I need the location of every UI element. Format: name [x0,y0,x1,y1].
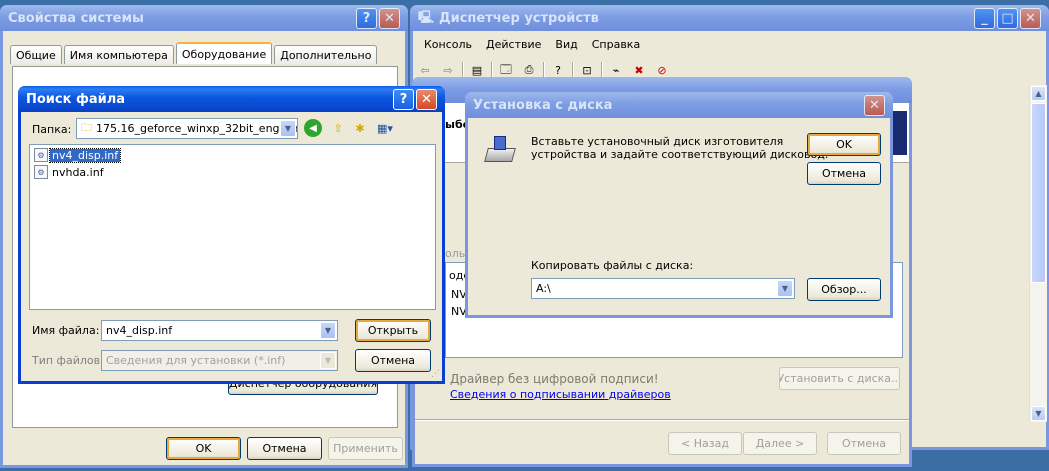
menu-console[interactable]: Консоль [417,35,479,53]
folder-combo[interactable]: 🗀 175.16_geforce_winxp_32bit_english ▼ [76,118,298,139]
install-from-disk-dialog: Установка с диска ✕ Вставьте установочны… [465,92,893,318]
filetype-value: Сведения для установки (*.inf) [106,354,286,367]
filetype-label: Тип файлов: [32,354,104,367]
cancel-button[interactable]: Отмена [827,432,901,455]
filename-value: nv4_disp.inf [106,324,173,337]
window-title: Установка с диска [473,97,613,113]
help-button[interactable]: ? [393,88,414,110]
up-folder-icon[interactable]: ⇧ [328,119,348,137]
copy-files-value: A:\ [536,282,551,295]
browse-button[interactable]: Обзор... [807,278,881,301]
scroll-up-icon[interactable]: ▲ [1031,86,1046,101]
tab-hardware[interactable]: Оборудование [175,42,273,64]
apply-button[interactable]: Применить [328,437,403,460]
have-disk-button[interactable]: Установить с диска... [779,367,900,390]
window-title: Свойства системы [8,10,144,26]
next-button[interactable]: Далее > [743,432,817,455]
file-name: nvhda.inf [52,165,104,179]
close-button[interactable]: ✕ [379,7,400,29]
disk-drive-icon [484,136,516,164]
ok-button[interactable]: OK [807,133,881,156]
scroll-thumb[interactable] [1031,103,1046,283]
scroll-down-icon[interactable]: ▼ [1031,406,1046,421]
menu-view[interactable]: Вид [548,35,584,53]
folder-icon: 🗀 [81,121,92,134]
chevron-down-icon[interactable]: ▼ [280,120,296,137]
system-properties-titlebar[interactable]: Свойства системы ? ✕ [0,5,408,31]
open-button[interactable]: Открыть [355,319,431,342]
file-search-titlebar[interactable]: Поиск файла ? ✕ [18,86,445,112]
window-title: Поиск файла [26,91,126,107]
tab-general[interactable]: Общие [10,45,62,64]
new-folder-icon[interactable]: ✱ [350,119,370,137]
menu-help[interactable]: Справка [585,35,647,53]
inf-file-icon: ⚙ [34,148,48,162]
copy-files-combo[interactable]: A:\ ▼ [531,278,795,299]
chevron-down-icon[interactable]: ▼ [320,352,336,369]
chevron-down-icon[interactable]: ▼ [320,322,336,339]
message-line-2: устройства и задайте соответствующий дис… [531,148,829,161]
ok-button[interactable]: OK [166,437,241,460]
menu-action[interactable]: Действие [479,35,548,53]
file-search-dialog: Поиск файла ? ✕ Папка: 🗀 175.16_geforce_… [18,86,445,384]
cancel-button[interactable]: Отмена [247,437,322,460]
file-name: nv4_disp.inf [48,147,122,163]
file-list[interactable]: ⚙ nv4_disp.inf ⚙ nvhda.inf [29,144,436,310]
tab-computer-name[interactable]: Имя компьютера [63,45,174,64]
chevron-down-icon[interactable]: ▼ [777,280,793,297]
wizard-divider [415,419,909,421]
tab-strip: Общие Имя компьютера Оборудование Дополн… [10,42,379,64]
filename-combo[interactable]: nv4_disp.inf ▼ [101,320,338,341]
minimize-button[interactable]: _ [974,7,995,29]
vertical-scrollbar[interactable]: ▲ ▼ [1029,85,1047,422]
device-manager-icon: 🖳 [418,9,435,24]
close-button[interactable]: ✕ [864,94,885,116]
menu-bar: Консоль Действие Вид Справка [417,35,647,53]
filetype-combo[interactable]: Сведения для установки (*.inf) ▼ [101,350,338,371]
resize-grip-icon[interactable]: ⋰ [431,369,440,379]
install-from-disk-titlebar[interactable]: Установка с диска ✕ [465,92,893,118]
inf-file-icon: ⚙ [34,165,48,179]
message-line-1: Вставьте установочный диск изготовителя [531,135,784,148]
close-button[interactable]: ✕ [416,88,437,110]
back-icon[interactable]: ◀ [304,119,322,137]
filename-label: Имя файла: [32,324,100,337]
folder-value: 175.16_geforce_winxp_32bit_english [96,122,298,135]
wizard-section-label: оль [445,247,466,260]
driver-signing-link[interactable]: Сведения о подписывании драйверов [450,388,671,401]
help-button[interactable]: ? [356,7,377,29]
maximize-button[interactable]: □ [997,7,1018,29]
tab-advanced[interactable]: Дополнительно [274,45,378,64]
cancel-button[interactable]: Отмена [807,162,881,185]
cancel-button[interactable]: Отмена [355,349,431,372]
list-item[interactable]: ⚙ nvhda.inf [34,164,106,180]
view-menu-icon[interactable]: ▦▾ [373,119,397,137]
list-item[interactable]: ⚙ nv4_disp.inf [34,147,122,163]
close-button[interactable]: ✕ [1020,7,1041,29]
unsigned-driver-text: Драйвер без цифровой подписи! [450,372,659,386]
copy-files-label: Копировать файлы с диска: [531,259,694,272]
folder-label: Папка: [32,123,72,136]
device-manager-titlebar[interactable]: 🖳 Диспетчер устройств _ □ ✕ [410,5,1049,31]
window-title: Диспетчер устройств [439,10,599,26]
back-button[interactable]: < Назад [668,432,742,455]
